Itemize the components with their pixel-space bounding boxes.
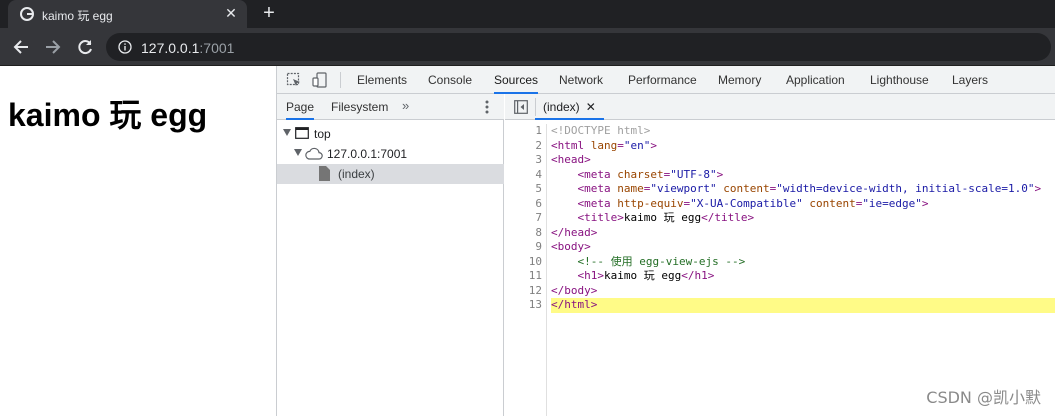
tab-sources[interactable]: Sources	[494, 66, 539, 94]
tab-lighthouse[interactable]: Lighthouse	[870, 66, 929, 94]
toggle-navigator-icon[interactable]	[514, 100, 528, 114]
browser-toolbar: 127.0.0.1:7001	[0, 28, 1055, 66]
line-number: 2	[535, 138, 542, 152]
code-line: <title>kaimo 玩 egg</title>	[577, 211, 755, 224]
browser-tab[interactable]: kaimo 玩 egg ✕	[8, 0, 247, 28]
page-heading: kaimo 玩 egg	[8, 97, 208, 133]
frame-icon	[295, 127, 309, 139]
code-line: </html>	[551, 298, 1055, 313]
line-number: 11	[528, 269, 542, 282]
close-file-icon[interactable]: ✕	[586, 100, 596, 114]
expand-arrow-icon[interactable]	[294, 149, 302, 156]
browser-tabstrip: kaimo 玩 egg ✕ +	[0, 0, 1055, 28]
inspect-element-icon[interactable]	[286, 72, 302, 88]
reload-icon[interactable]	[74, 36, 96, 58]
file-icon	[319, 166, 330, 181]
device-toolbar-icon[interactable]	[312, 72, 328, 88]
tab-performance[interactable]: Performance	[628, 66, 697, 94]
code-line: <body>	[551, 240, 591, 253]
tab-title: kaimo 玩 egg	[42, 9, 113, 23]
tree-label: top	[314, 127, 331, 141]
toolbar-divider	[340, 72, 341, 88]
code-line: <h1>kaimo 玩 egg</h1>	[577, 269, 715, 282]
tab-application[interactable]: Application	[786, 66, 845, 94]
file-tab-label: (index)	[543, 100, 580, 114]
back-icon[interactable]	[10, 36, 32, 58]
line-number: 5	[535, 182, 542, 195]
code-line: <meta http-equiv="X-UA-Compatible" conte…	[577, 196, 929, 210]
line-number: 10	[528, 254, 542, 268]
navigator-tabbar: Page Filesystem »	[277, 94, 504, 120]
devtools-panel: Elements Console Sources Network Perform…	[276, 66, 1055, 416]
more-tabs-icon[interactable]: »	[402, 94, 409, 120]
site-info-icon[interactable]	[118, 40, 132, 54]
tab-console[interactable]: Console	[428, 66, 472, 94]
watermark: CSDN @凯小默	[926, 388, 1041, 407]
url-text: 127.0.0.1:7001	[141, 40, 234, 56]
editor-tabbar: (index) ✕	[505, 94, 1055, 120]
tree-item-top[interactable]: top	[277, 124, 504, 144]
new-tab-icon[interactable]: +	[258, 2, 280, 24]
address-bar[interactable]: 127.0.0.1:7001	[106, 33, 1051, 61]
url-port: :7001	[199, 40, 235, 56]
tree-label: 127.0.0.1:7001	[327, 147, 408, 161]
code-line: <html lang="en">	[551, 138, 657, 152]
line-number: 12	[528, 283, 542, 297]
tab-filesystem[interactable]: Filesystem	[331, 94, 388, 120]
tab-network[interactable]: Network	[559, 66, 603, 94]
url-host: 127.0.0.1	[141, 40, 200, 56]
close-tab-icon[interactable]: ✕	[223, 5, 239, 21]
code-line: <meta charset="UTF-8">	[577, 167, 724, 181]
line-number: 3	[535, 153, 542, 166]
devtools-tabbar: Elements Console Sources Network Perform…	[277, 66, 1055, 94]
more-options-icon[interactable]	[484, 99, 490, 115]
line-gutter: 1 2 3 4 5 6 7 8 9 10 11 12 13	[505, 124, 547, 416]
tree-label: (index)	[338, 167, 375, 181]
line-number: 7	[535, 211, 542, 224]
line-number: 13	[528, 298, 542, 311]
tab-page[interactable]: Page	[286, 94, 315, 120]
tab-layers[interactable]: Layers	[952, 66, 988, 94]
tab-memory[interactable]: Memory	[718, 66, 761, 94]
line-number: 1	[535, 124, 542, 137]
code-line: <head>	[551, 153, 591, 166]
source-editor: (index) ✕ 1 2 3 4 5 6 7 8 9 10 11 12 13 <…	[505, 94, 1055, 416]
tab-elements[interactable]: Elements	[357, 66, 407, 94]
page-viewport: kaimo 玩 egg	[0, 66, 276, 416]
line-number: 4	[535, 167, 542, 181]
favicon-icon	[20, 7, 34, 21]
file-tab-index[interactable]: (index) ✕	[535, 94, 604, 120]
tree-item-index[interactable]: (index)	[277, 164, 504, 184]
tree-item-origin[interactable]: 127.0.0.1:7001	[277, 144, 504, 164]
cloud-icon	[305, 147, 323, 160]
line-number: 6	[535, 196, 542, 210]
code-line: </body>	[551, 283, 598, 297]
line-number: 9	[535, 240, 542, 253]
code-line: <meta name="viewport" content="width=dev…	[577, 182, 1042, 195]
code-line: </head>	[551, 225, 598, 239]
line-number: 8	[535, 225, 542, 239]
forward-icon[interactable]	[42, 36, 64, 58]
sources-navigator: Page Filesystem » top 127.0.0.1:7001 (in…	[277, 94, 504, 416]
expand-arrow-icon[interactable]	[283, 129, 291, 136]
code-line: <!DOCTYPE html>	[551, 124, 651, 137]
code-line: <!-- 使用 egg-view-ejs -->	[577, 254, 746, 268]
